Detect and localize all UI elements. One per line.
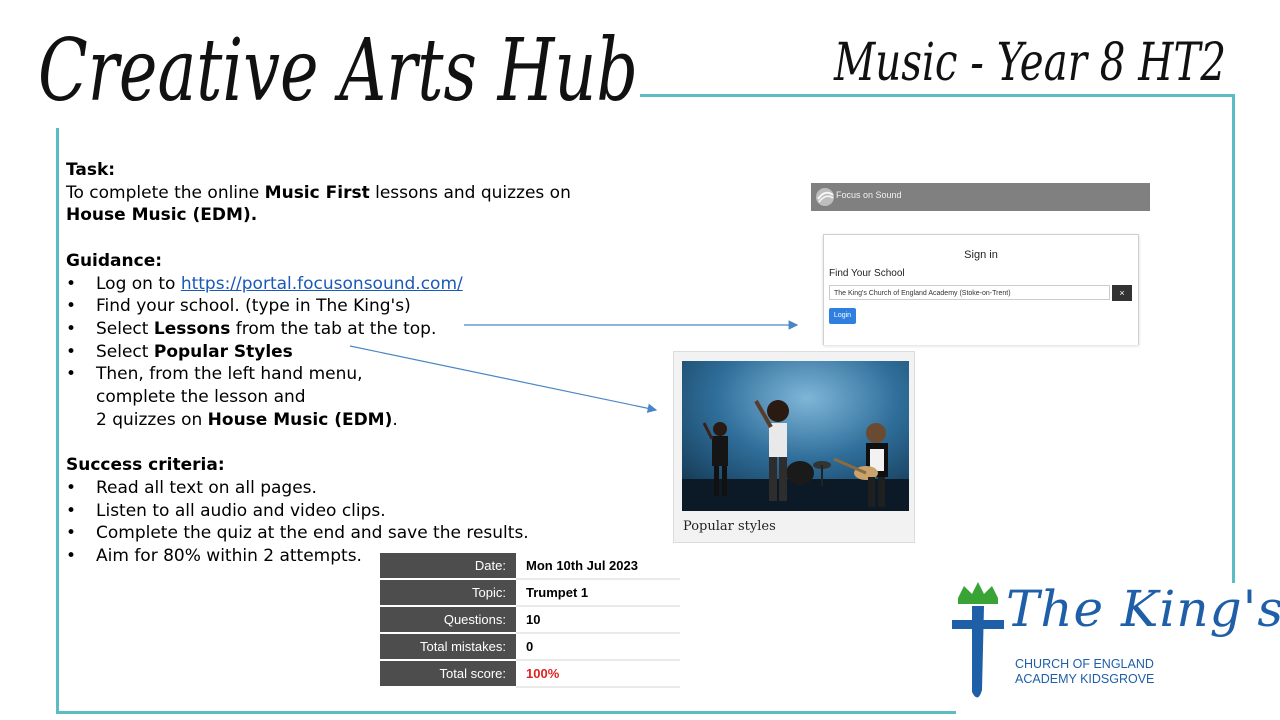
guidance-item-2: • Find your school. (type in The King's) <box>66 296 411 317</box>
focus-logo-icon <box>816 188 834 206</box>
find-school-label: Find Your School <box>829 268 905 279</box>
popular-styles-caption: Popular styles <box>683 519 776 534</box>
school-name: The King's <box>1006 580 1280 638</box>
focus-logo-text: Focus on Sound <box>836 190 902 200</box>
results-label: Topic: <box>380 579 516 607</box>
results-value: Mon 10th Jul 2023 <box>516 553 680 580</box>
concert-photo <box>682 361 909 511</box>
guidance-item-4: • Select Popular Styles <box>66 341 293 362</box>
results-label: Total mistakes: <box>380 633 516 661</box>
success-item: • Listen to all audio and video clips. <box>66 500 386 521</box>
success-item: • Read all text on all pages. <box>66 477 317 498</box>
success-item: • Complete the quiz at the end and save t… <box>66 523 529 544</box>
svg-text:Music - Year 8 HT2: Music - Year 8 HT2 <box>833 33 1226 93</box>
portal-link[interactable]: https://portal.focusonsound.com/ <box>181 274 463 294</box>
frame-border-left <box>56 128 59 714</box>
frame-border-bottom <box>56 711 956 714</box>
popular-styles-card[interactable]: Popular styles <box>673 351 915 543</box>
page-subtitle: Music - Year 8 HT2 <box>833 33 1226 93</box>
guidance-item-1: • Log on to https://portal.focusonsound.c… <box>66 273 463 294</box>
results-value: Trumpet 1 <box>516 579 680 607</box>
table-row: Date: Mon 10th Jul 2023 <box>380 553 680 580</box>
frame-border-top <box>640 94 1235 97</box>
total-score-value: 100% <box>516 660 680 688</box>
svg-text:Creative Arts Hub: Creative Arts Hub <box>38 21 638 119</box>
frame-border-right <box>1232 94 1235 583</box>
instructions-text: Task: To complete the online Music First… <box>66 159 666 568</box>
school-field[interactable]: The King's Church of England Academy (St… <box>829 285 1110 300</box>
results-value: 0 <box>516 633 680 661</box>
table-row: Total score: 100% <box>380 660 680 688</box>
table-row: Total mistakes: 0 <box>380 633 680 661</box>
results-label: Questions: <box>380 606 516 634</box>
results-label: Date: <box>380 553 516 580</box>
quiz-results-table: Date: Mon 10th Jul 2023 Topic: Trumpet 1… <box>380 553 680 688</box>
login-button[interactable]: Login <box>829 308 856 324</box>
task-line-1: To complete the online Music First lesso… <box>66 182 571 203</box>
school-logo: The King's CHURCH OF ENGLAND ACADEMY KID… <box>948 580 1280 705</box>
clear-school-button[interactable]: × <box>1112 285 1132 301</box>
cross-crown-icon <box>952 582 1004 698</box>
guidance-item-3: • Select Lessons from the tab at the top. <box>66 318 437 339</box>
results-label: Total score: <box>380 660 516 688</box>
results-value: 10 <box>516 606 680 634</box>
school-subtitle: CHURCH OF ENGLAND ACADEMY KIDSGROVE <box>1015 657 1155 686</box>
page-title: Creative Arts Hub <box>38 21 638 119</box>
focus-on-sound-header: Focus on Sound <box>811 183 1150 211</box>
guidance-item-5: • Then, from the left hand menu, complete … <box>66 364 398 430</box>
task-line-2: House Music (EDM). <box>66 205 258 226</box>
success-heading: Success criteria: <box>66 455 225 476</box>
guidance-heading: Guidance: <box>66 250 163 271</box>
table-row: Questions: 10 <box>380 606 680 634</box>
table-row: Topic: Trumpet 1 <box>380 579 680 607</box>
sign-in-panel: Sign in Find Your School The King's Chur… <box>823 234 1139 345</box>
sign-in-title: Sign in <box>964 249 998 261</box>
task-heading: Task: <box>66 160 116 180</box>
